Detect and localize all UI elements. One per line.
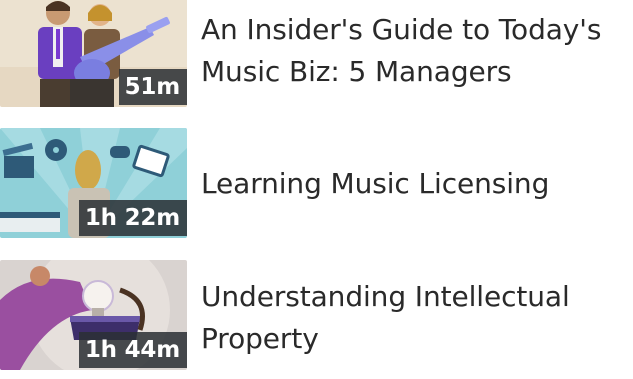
course-item-music-licensing[interactable]: 1h 22m Learning Music Licensing xyxy=(0,128,633,238)
course-title[interactable]: Understanding Intellectual Property xyxy=(201,276,626,360)
course-item-intellectual-property[interactable]: 1h 44m Understanding Intellectual Proper… xyxy=(0,260,633,372)
course-list: 51m An Insider's Guide to Today's Music … xyxy=(0,0,633,379)
course-item-music-biz[interactable]: 51m An Insider's Guide to Today's Music … xyxy=(0,0,633,107)
duration-badge: 51m xyxy=(118,69,187,105)
duration-badge: 1h 44m xyxy=(78,332,187,368)
course-thumbnail[interactable]: 1h 44m xyxy=(0,260,187,370)
course-thumbnail[interactable]: 51m xyxy=(0,0,187,107)
course-title[interactable]: An Insider's Guide to Today's Music Biz:… xyxy=(201,9,626,93)
duration-badge: 1h 22m xyxy=(78,200,187,236)
course-title[interactable]: Learning Music Licensing xyxy=(201,163,626,205)
course-thumbnail[interactable]: 1h 22m xyxy=(0,128,187,238)
